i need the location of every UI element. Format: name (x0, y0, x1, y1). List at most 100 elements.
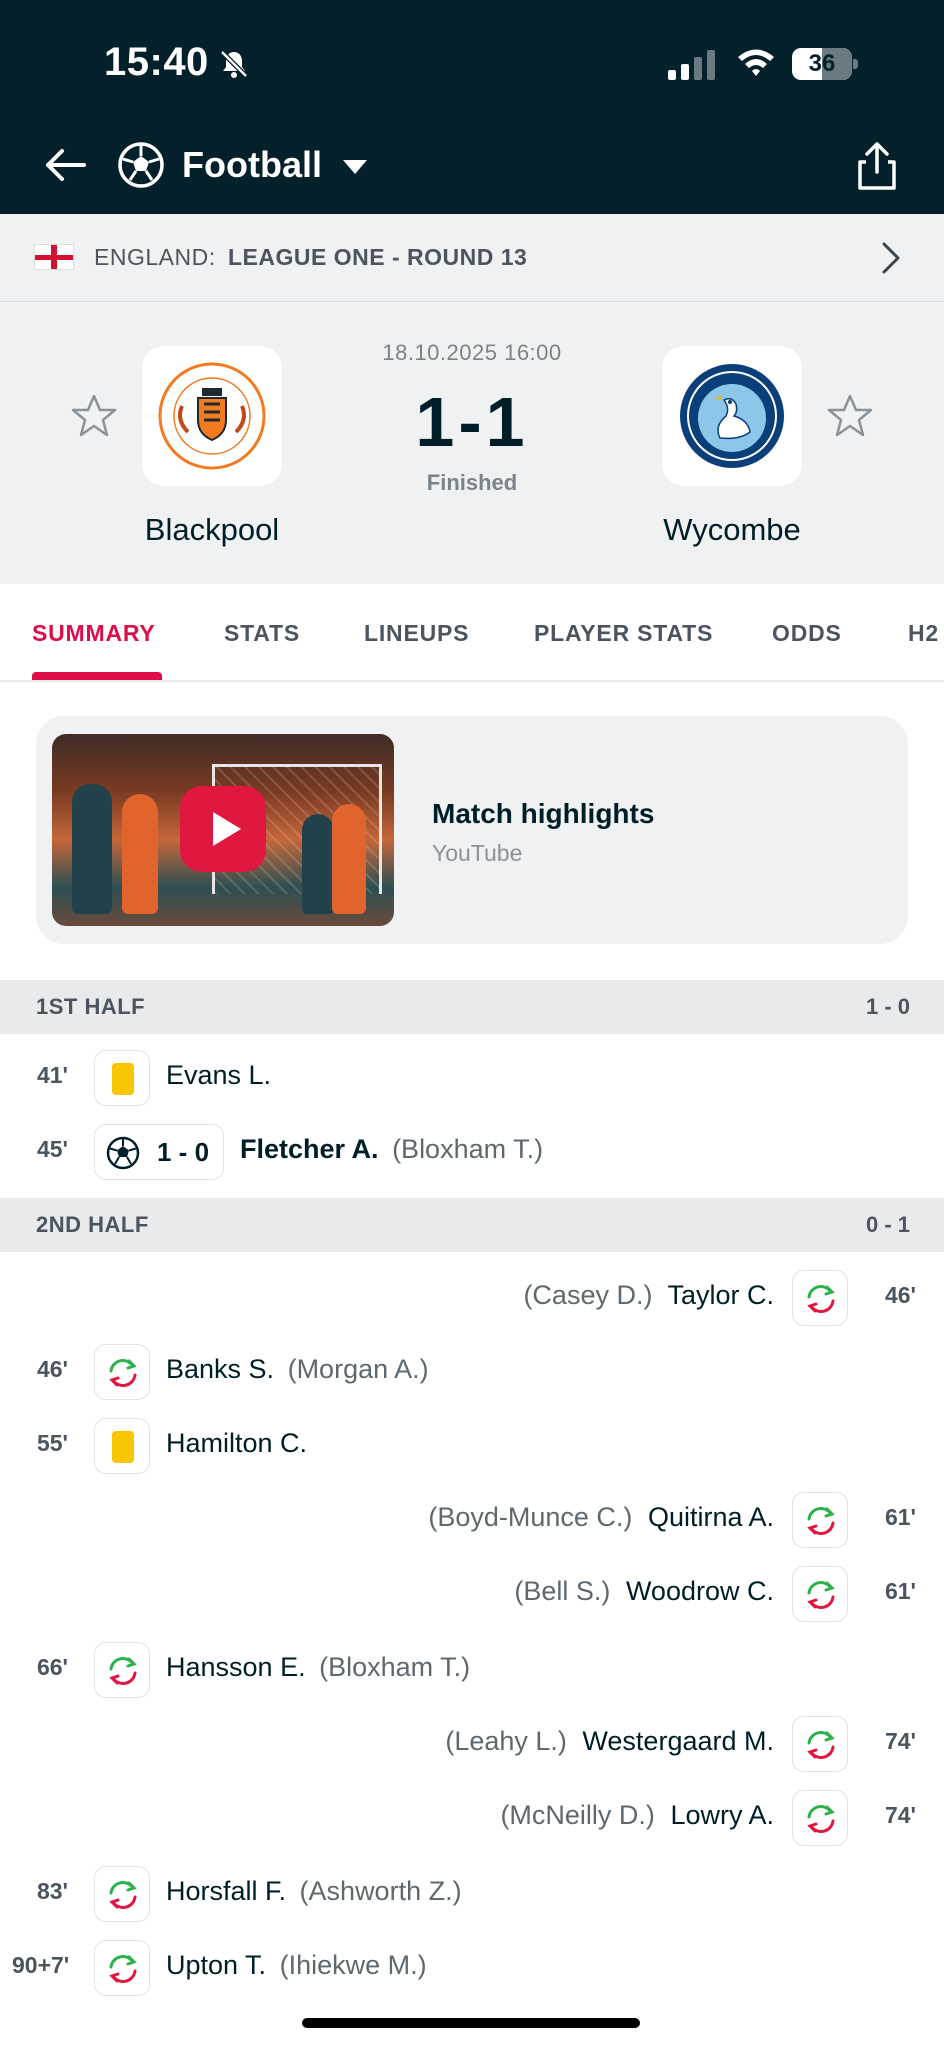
event-row[interactable]: (McNeilly D.) Lowry A. 74' (0, 1788, 944, 1848)
match-status: Finished (426, 470, 518, 495)
substitution-icon (792, 1492, 848, 1548)
event-player[interactable]: Horsfall F. (166, 1876, 286, 1906)
england-flag-icon (34, 244, 74, 270)
sport-title[interactable]: Football (182, 144, 322, 186)
match-date: 18.10.2025 16:00 (382, 340, 562, 365)
event-assist[interactable]: (Bell S.) (514, 1576, 610, 1606)
event-row[interactable]: (Casey D.) Taylor C. 46' (0, 1268, 944, 1328)
battery-level: 36 (808, 50, 836, 77)
event-player[interactable]: Hamilton C. (166, 1428, 307, 1458)
football-icon (106, 1136, 140, 1170)
event-player[interactable]: Evans L. (166, 1060, 271, 1090)
active-tab-indicator (32, 672, 162, 680)
event-assist[interactable]: (McNeilly D.) (500, 1800, 655, 1830)
event-player[interactable]: Westergaard M. (582, 1726, 774, 1756)
half-title: 1ST HALF (36, 994, 146, 1019)
league-country: ENGLAND: (94, 244, 216, 270)
substitution-icon (792, 1270, 848, 1326)
second-half-header: 2ND HALF 0 - 1 (0, 1198, 944, 1252)
wifi-icon (738, 49, 774, 76)
event-assist[interactable]: (Bloxham T.) (319, 1652, 470, 1682)
event-player[interactable]: Quitirna A. (648, 1502, 774, 1532)
goal-box: 1 - 0 (94, 1124, 224, 1180)
top-bar: 15:40 36 Football (0, 0, 944, 214)
bell-muted-icon (220, 50, 248, 78)
event-player[interactable]: Hansson E. (166, 1652, 306, 1682)
event-assist[interactable]: (Bloxham T.) (392, 1134, 543, 1164)
home-indicator[interactable] (302, 2018, 640, 2028)
away-team-logo[interactable] (662, 346, 802, 486)
tab-bar: SUMMARY STATS LINEUPS PLAYER STATS ODDS … (0, 584, 944, 682)
first-half-header: 1ST HALF 1 - 0 (0, 980, 944, 1034)
chevron-right-icon[interactable] (876, 238, 906, 278)
back-arrow-icon[interactable] (40, 140, 90, 190)
event-row[interactable]: (Boyd-Munce C.) Quitirna A. 61' (0, 1490, 944, 1550)
event-minute: 46' (36, 1356, 68, 1382)
event-row[interactable]: (Bell S.) Woodrow C. 61' (0, 1564, 944, 1624)
half-title: 2ND HALF (36, 1212, 149, 1237)
favorite-away-star-icon[interactable] (826, 392, 874, 440)
league-name: LEAGUE ONE - ROUND 13 (228, 244, 528, 270)
cellular-signal-icon (668, 50, 715, 80)
half-score: 0 - 1 (865, 1212, 910, 1237)
event-minute: 41' (36, 1062, 68, 1088)
half-score: 1 - 0 (865, 994, 910, 1019)
battery-icon: 36 (792, 48, 858, 80)
match-header: Blackpool 18.10.2025 16:00 1-1 Finished … (0, 302, 944, 584)
goal-score: 1 - 0 (157, 1137, 210, 1167)
event-minute: 46' (884, 1282, 916, 1308)
tab-player-stats[interactable]: PLAYER STATS (534, 620, 713, 647)
substitution-icon (94, 1940, 150, 1996)
event-player[interactable]: Lowry A. (670, 1800, 774, 1830)
event-player[interactable]: Fletcher A. (240, 1134, 379, 1164)
football-icon[interactable] (116, 140, 166, 190)
substitution-icon (94, 1866, 150, 1922)
event-minute: 66' (36, 1654, 68, 1680)
substitution-icon (94, 1344, 150, 1400)
event-row[interactable]: 83' Horsfall F. (Ashworth Z.) (0, 1864, 944, 1924)
play-icon[interactable] (180, 786, 266, 872)
event-row[interactable]: 41' Evans L. (0, 1048, 944, 1108)
event-assist[interactable]: (Casey D.) (523, 1280, 652, 1310)
match-score: 1-1 (415, 383, 529, 461)
event-row[interactable]: 55' Hamilton C. (0, 1416, 944, 1476)
event-minute: 45' (36, 1136, 68, 1162)
event-assist[interactable]: (Leahy L.) (445, 1726, 567, 1756)
event-row[interactable]: 90+7' Upton T. (Ihiekwe M.) (0, 1938, 944, 1998)
event-row[interactable]: (Leahy L.) Westergaard M. 74' (0, 1714, 944, 1774)
status-time: 15:40 (104, 40, 209, 84)
league-bar[interactable]: ENGLAND: LEAGUE ONE - ROUND 13 (0, 214, 944, 302)
event-row[interactable]: 46' Banks S. (Morgan A.) (0, 1342, 944, 1402)
event-assist[interactable]: (Ihiekwe M.) (280, 1950, 427, 1980)
event-minute: 61' (884, 1578, 916, 1604)
event-player[interactable]: Taylor C. (667, 1280, 774, 1310)
tab-summary[interactable]: SUMMARY (32, 620, 156, 647)
substitution-icon (94, 1642, 150, 1698)
event-assist[interactable]: (Ashworth Z.) (300, 1876, 462, 1906)
event-minute: 61' (884, 1504, 916, 1530)
yellow-card-icon (94, 1418, 150, 1474)
tab-h2h[interactable]: H2 (908, 620, 939, 647)
share-icon[interactable] (852, 140, 902, 192)
event-assist[interactable]: (Morgan A.) (288, 1354, 429, 1384)
match-highlights-card[interactable]: Match highlights YouTube (36, 716, 908, 944)
video-thumbnail[interactable] (52, 734, 394, 926)
highlights-title: Match highlights (432, 798, 655, 829)
substitution-icon (792, 1566, 848, 1622)
event-minute: 83' (36, 1878, 68, 1904)
dropdown-caret-icon[interactable] (340, 152, 370, 182)
event-assist[interactable]: (Boyd-Munce C.) (428, 1502, 632, 1532)
away-team-name[interactable]: Wycombe (622, 512, 842, 548)
event-player[interactable]: Upton T. (166, 1950, 266, 1980)
event-player[interactable]: Banks S. (166, 1354, 274, 1384)
event-player[interactable]: Woodrow C. (626, 1576, 774, 1606)
event-row[interactable]: 45' 1 - 0 Fletcher A. (Bloxham T.) (0, 1122, 944, 1182)
tab-stats[interactable]: STATS (224, 620, 300, 647)
event-row[interactable]: 66' Hansson E. (Bloxham T.) (0, 1640, 944, 1700)
highlights-source: YouTube (432, 840, 523, 866)
tab-odds[interactable]: ODDS (772, 620, 842, 647)
wycombe-crest-icon (680, 364, 784, 468)
home-team-name[interactable]: Blackpool (102, 512, 322, 548)
tab-lineups[interactable]: LINEUPS (364, 620, 469, 647)
event-minute: 74' (884, 1802, 916, 1828)
